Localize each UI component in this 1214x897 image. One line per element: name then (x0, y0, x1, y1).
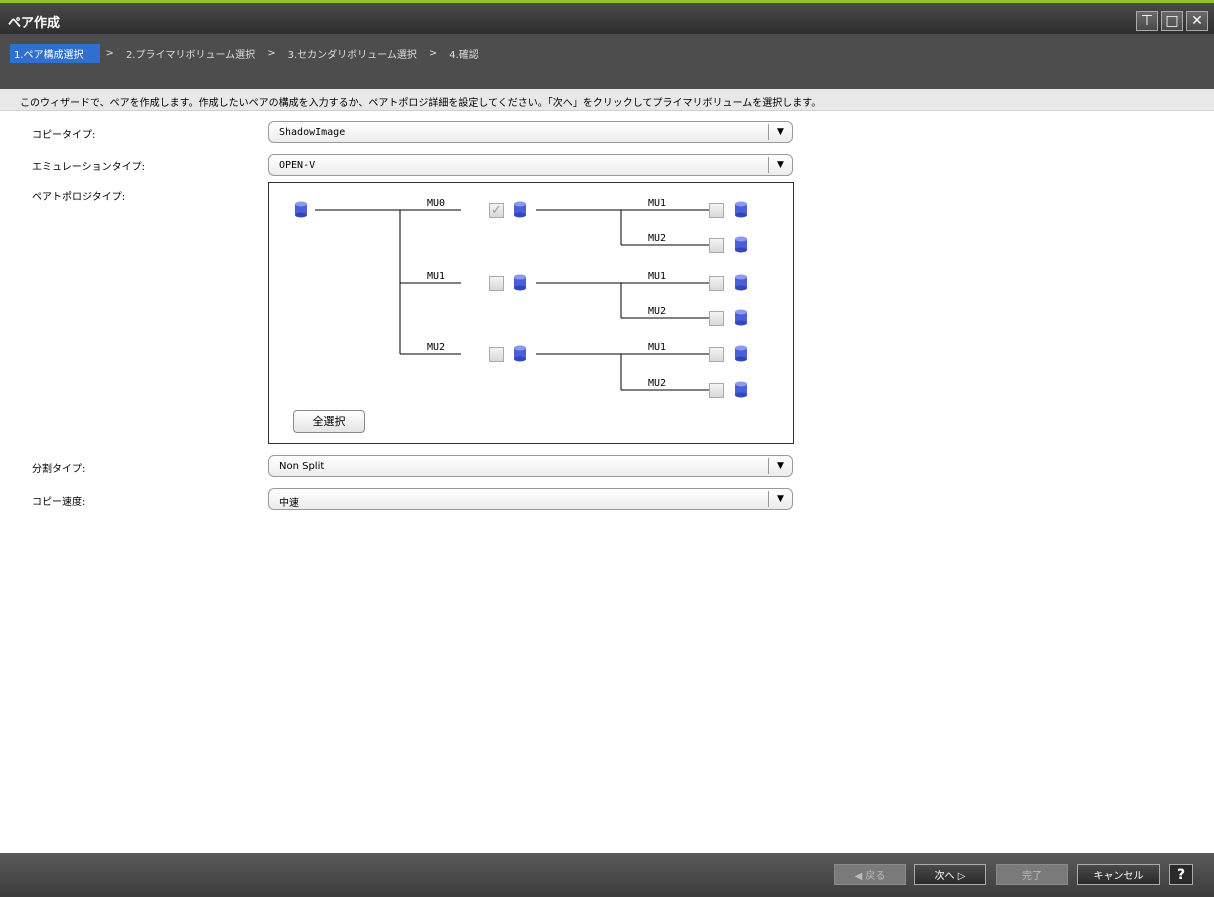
emulation-type-label: エミュレーションタイプ: (32, 162, 145, 173)
mu-checkbox-l1-2[interactable] (489, 347, 504, 362)
wizard-step-1: 1.ペア構成選択 (10, 44, 100, 63)
mu-label-l2-2-1: MU2 (648, 378, 667, 389)
wizard-step-4: 4.確認 (449, 50, 479, 61)
help-icon[interactable]: ? (1169, 864, 1193, 885)
volume-disk-icon (735, 345, 747, 362)
step-separator: > (428, 48, 438, 59)
split-type-label: 分割タイプ: (32, 464, 86, 475)
mu-checkbox-l2-1-1[interactable] (709, 311, 724, 326)
wizard-step-bar: 1.ペア構成選択 > 2.プライマリボリューム選択 > 3.セカンダリボリューム… (0, 34, 1214, 89)
mu-label-l2-0-0: MU1 (648, 198, 667, 209)
chevron-down-icon[interactable]: ▼ (768, 124, 792, 140)
mu-label-l2-0-1: MU2 (648, 233, 667, 244)
split-type-select[interactable]: Non Split ▼ (268, 455, 793, 477)
mu-checkbox-l1-0[interactable]: ✓ (489, 203, 504, 218)
next-button[interactable]: 次へ ▷ (914, 864, 986, 885)
mu-checkbox-l1-1[interactable] (489, 276, 504, 291)
step-separator: > (267, 48, 276, 59)
volume-disk-icon (735, 236, 747, 253)
back-button[interactable]: ◀ 戻る (834, 864, 906, 885)
mu-label-l1-0: MU0 (427, 198, 446, 209)
close-icon[interactable]: ✕ (1186, 11, 1208, 31)
copy-speed-select[interactable]: 中速 ▼ (268, 488, 793, 510)
copy-type-value: ShadowImage (279, 127, 346, 138)
mu-label-l1-1: MU1 (427, 271, 446, 282)
volume-disk-icon (735, 201, 747, 218)
step-separator: > (105, 48, 114, 59)
mu-checkbox-l2-1-0[interactable] (709, 276, 724, 291)
chevron-down-icon[interactable]: ▼ (768, 491, 792, 507)
copy-type-select[interactable]: ShadowImage ▼ (268, 121, 793, 143)
volume-disk-icon (514, 274, 526, 291)
mu-checkbox-l2-2-0[interactable] (709, 347, 724, 362)
volume-disk-icon (514, 345, 526, 362)
mu-checkbox-l2-0-1[interactable] (709, 238, 724, 253)
copy-speed-label: コピー速度: (32, 497, 86, 508)
maximize-icon[interactable]: □ (1161, 11, 1183, 31)
volume-disk-icon (735, 274, 747, 291)
chevron-down-icon[interactable]: ▼ (768, 157, 792, 173)
copy-type-label: コピータイプ: (32, 130, 96, 141)
wizard-description: このウィザードで、ペアを作成します。作成したいペアの構成を入力するか、ペアトポロ… (0, 89, 1214, 111)
mu-label-l2-2-0: MU1 (648, 342, 667, 353)
mu-checkbox-l2-0-0[interactable] (709, 203, 724, 218)
cancel-button[interactable]: キャンセル (1077, 864, 1160, 885)
select-all-button[interactable]: 全選択 (293, 410, 365, 433)
root-volume-disk-icon (295, 201, 307, 218)
emulation-type-select[interactable]: OPEN-V ▼ (268, 154, 793, 176)
wizard-step-2: 2.プライマリボリューム選択 (125, 50, 256, 61)
copy-speed-value: 中速 (279, 498, 299, 509)
mu-label-l1-2: MU2 (427, 342, 446, 353)
window-titlebar: ペア作成 ⊤ □ ✕ (0, 0, 1214, 34)
volume-disk-icon (735, 309, 747, 326)
wizard-step-3: 3.セカンダリボリューム選択 (287, 50, 417, 61)
pair-topology-panel: MU0 ✓ MU1 MU2 MU1 MU1 MU2 MU2 MU1 MU2 全選… (268, 182, 794, 444)
volume-disk-icon (514, 201, 526, 218)
mu-checkbox-l2-2-1[interactable] (709, 383, 724, 398)
split-type-value: Non Split (279, 461, 325, 472)
chevron-down-icon[interactable]: ▼ (768, 458, 792, 474)
volume-disk-icon (735, 381, 747, 398)
pin-icon[interactable]: ⊤ (1136, 11, 1158, 31)
window-title: ペア作成 (8, 16, 61, 31)
mu-label-l2-1-1: MU2 (648, 306, 667, 317)
wizard-footer: ◀ 戻る 次へ ▷ 完了 キャンセル ? (0, 853, 1214, 897)
finish-button[interactable]: 完了 (996, 864, 1068, 885)
topology-label: ペアトポロジタイプ: (32, 192, 126, 203)
mu-label-l2-1-0: MU1 (648, 271, 667, 282)
emulation-type-value: OPEN-V (279, 160, 316, 171)
